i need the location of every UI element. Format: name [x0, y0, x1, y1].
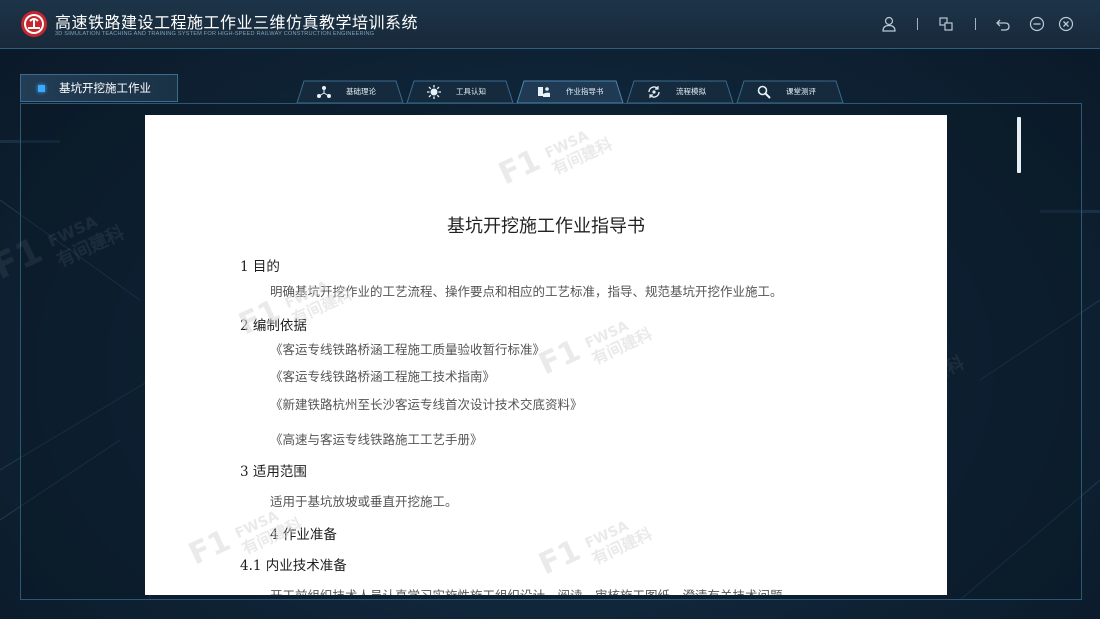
- tab-label: 流程模拟: [676, 87, 706, 96]
- doc-heading: 4.1 内业技术准备: [240, 558, 347, 574]
- cycle-icon: [648, 86, 660, 98]
- svg-text:有间建科: 有间建科: [589, 524, 655, 568]
- tab-tool-recognition[interactable]: 工具认知: [406, 80, 514, 104]
- svg-text:有间建科: 有间建科: [549, 134, 615, 178]
- doc-heading: 3 适用范围: [240, 464, 307, 480]
- doc-paragraph: 开工前组织技术人员认真学习实施性施工组织设计，阅读、审核施工图纸，澄清有关技术问…: [270, 585, 795, 595]
- doc-paragraph: 《高速与客运专线铁路施工工艺手册》: [270, 432, 483, 447]
- svg-text:F1: F1: [184, 523, 236, 572]
- gear-sun-icon: [427, 85, 441, 99]
- tab-bar: 基础理论 工具认知 作业指导书 流程模拟 课堂测评: [296, 80, 856, 104]
- svg-text:FWSA: FWSA: [583, 318, 632, 352]
- toolbar-separator: [975, 18, 976, 30]
- tab-class-assessment[interactable]: 课堂测评: [736, 80, 844, 104]
- doc-paragraph: 《新建铁路杭州至长沙客运专线首次设计技术交底资料》: [270, 397, 583, 412]
- scrollbar-thumb[interactable]: [1017, 117, 1021, 173]
- tab-label: 课堂测评: [786, 87, 816, 96]
- section-indicator: [38, 85, 45, 92]
- search-icon: [757, 85, 771, 99]
- back-icon[interactable]: [994, 15, 1012, 33]
- app-subtitle: 3D SIMULATION TEACHING AND TRAINING SYST…: [55, 31, 375, 37]
- watermark: F1 FWSA 有间建科 F1 FWSA 有间建科 F1 FWSA 有间建科 F…: [184, 128, 656, 582]
- svg-text:FWSA: FWSA: [543, 128, 592, 162]
- tab-label: 作业指导书: [566, 87, 604, 96]
- doc-paragraph: 明确基坑开挖作业的工艺流程、操作要点和相应的工艺标准，指导、规范基坑开挖作业施工…: [270, 284, 783, 299]
- minimize-icon[interactable]: [1028, 15, 1046, 33]
- doc-paragraph: 适用于基坑放坡或垂直开挖施工。: [270, 494, 458, 509]
- doc-paragraph: 《客运专线铁路桥涵工程施工质量验收暂行标准》: [270, 342, 546, 357]
- tab-label: 工具认知: [456, 87, 486, 96]
- tab-process-simulation[interactable]: 流程模拟: [626, 80, 734, 104]
- svg-text:F1: F1: [494, 143, 546, 192]
- app-title: 高速铁路建设工程施工作业三维仿真教学培训系统: [55, 13, 419, 32]
- doc-heading: 2 编制依据: [240, 318, 307, 334]
- doc-paragraph: 《客运专线铁路桥涵工程施工技术指南》: [270, 369, 496, 384]
- document-viewer[interactable]: 基坑开挖施工作业指导书 1 目的 明确基坑开挖作业的工艺流程、操作要点和相应的工…: [145, 115, 947, 595]
- svg-text:F1: F1: [534, 533, 586, 582]
- network-icon: [317, 86, 331, 98]
- doc-heading: 4 作业准备: [270, 527, 337, 543]
- section-label: 基坑开挖施工作业: [20, 74, 178, 102]
- tab-basic-theory[interactable]: 基础理论: [296, 80, 404, 104]
- close-icon[interactable]: [1057, 15, 1075, 33]
- title-bar: 高速铁路建设工程施工作业三维仿真教学培训系统 3D SIMULATION TEA…: [0, 0, 1100, 49]
- document-title: 基坑开挖施工作业指导书: [447, 216, 645, 237]
- tab-work-instructions[interactable]: 作业指导书: [516, 80, 624, 104]
- railway-logo-icon: [21, 11, 47, 37]
- doc-heading: 1 目的: [240, 259, 280, 275]
- toolbar-separator: [917, 18, 918, 30]
- window-switch-icon[interactable]: [937, 15, 955, 33]
- section-title: 基坑开挖施工作业: [59, 81, 151, 95]
- tab-label: 基础理论: [346, 87, 376, 96]
- svg-text:FWSA: FWSA: [583, 518, 632, 552]
- user-icon[interactable]: [880, 15, 898, 33]
- book-hand-icon: [538, 87, 550, 97]
- svg-text:有间建科: 有间建科: [589, 324, 655, 368]
